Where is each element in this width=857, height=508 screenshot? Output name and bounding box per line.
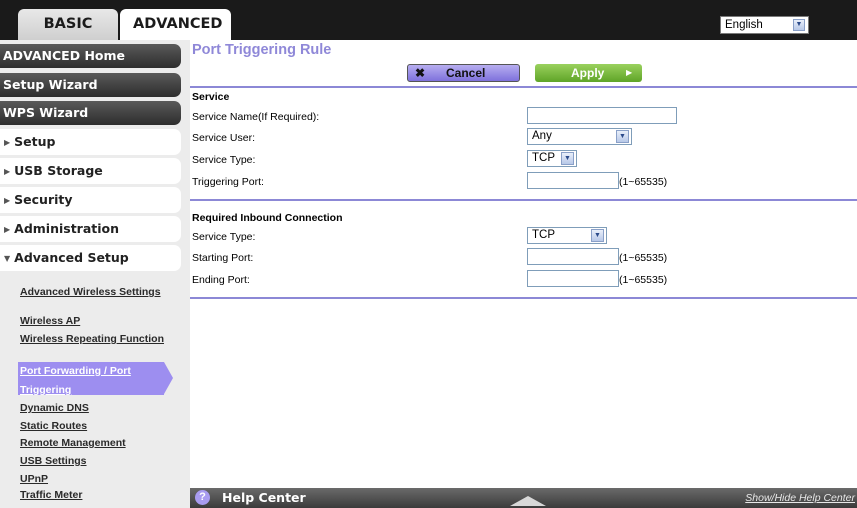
- help-icon[interactable]: ?: [195, 490, 210, 505]
- arrow-right-icon: ▶: [626, 68, 633, 77]
- nav-advanced-home[interactable]: ADVANCED Home: [0, 44, 181, 68]
- triangle-right-icon: ▶: [4, 225, 11, 234]
- subnav-wireless-ap[interactable]: Wireless AP: [20, 316, 170, 327]
- show-hide-help-link[interactable]: Show/Hide Help Center: [745, 488, 855, 508]
- nav-advanced-setup[interactable]: ▼ Advanced Setup: [0, 245, 181, 271]
- nav-wps-wizard[interactable]: WPS Wizard: [0, 101, 181, 125]
- chevron-down-icon[interactable]: ▼: [793, 19, 805, 31]
- service-name-input[interactable]: [527, 107, 677, 124]
- nav-administration-label: Administration: [14, 221, 120, 236]
- subnav-port-forwarding-label: Port Forwarding / Port Triggering: [20, 365, 131, 396]
- expand-arrow-icon[interactable]: [510, 496, 546, 506]
- chevron-down-icon: ▼: [561, 152, 574, 165]
- inbound-heading: Required Inbound Connection: [192, 212, 343, 224]
- triggering-port-label: Triggering Port:: [192, 176, 264, 188]
- subnav-dynamic-dns[interactable]: Dynamic DNS: [20, 403, 170, 414]
- apply-button[interactable]: Apply ▶: [535, 64, 642, 82]
- chevron-down-icon: ▼: [591, 229, 604, 242]
- nav-advanced-setup-label: Advanced Setup: [14, 250, 129, 265]
- help-center-bar: ? Help Center Show/Hide Help Center: [190, 488, 857, 508]
- subnav-traffic-meter[interactable]: Traffic Meter: [20, 490, 170, 501]
- ending-port-label: Ending Port:: [192, 274, 250, 286]
- nav-security-label: Security: [14, 192, 73, 207]
- language-value: English: [725, 19, 763, 31]
- nav-usb-storage[interactable]: ▶ USB Storage: [0, 158, 181, 184]
- triangle-right-icon: ▶: [4, 167, 11, 176]
- service-type-value: TCP: [532, 152, 555, 164]
- page-title: Port Triggering Rule: [192, 42, 332, 58]
- starting-port-input[interactable]: [527, 248, 619, 265]
- service-user-label: Service User:: [192, 132, 256, 144]
- subnav-static-routes[interactable]: Static Routes: [20, 421, 170, 432]
- close-icon: ✖: [415, 66, 426, 80]
- subnav-upnp[interactable]: UPnP: [20, 474, 170, 485]
- service-user-select[interactable]: Any ▼: [527, 128, 632, 145]
- triangle-right-icon: ▶: [4, 196, 11, 205]
- inbound-service-type-label: Service Type:: [192, 231, 256, 243]
- inbound-service-type-value: TCP: [532, 229, 555, 241]
- nav-usb-storage-label: USB Storage: [14, 163, 103, 178]
- subnav-remote-management[interactable]: Remote Management: [20, 438, 170, 449]
- service-type-select[interactable]: TCP ▼: [527, 150, 577, 167]
- divider: [190, 199, 857, 201]
- subnav-port-forwarding-triggering[interactable]: Port Forwarding / Port Triggering: [18, 362, 173, 396]
- top-bar: BASIC ADVANCED English ▼: [0, 0, 857, 40]
- service-heading: Service: [192, 91, 230, 103]
- help-center-title: Help Center: [222, 490, 306, 505]
- cancel-label: Cancel: [446, 66, 486, 80]
- sidebar: ADVANCED Home Setup Wizard WPS Wizard ▶ S…: [0, 40, 190, 508]
- starting-port-label: Starting Port:: [192, 252, 254, 264]
- triggering-port-input[interactable]: [527, 172, 619, 189]
- service-user-value: Any: [532, 130, 552, 142]
- divider: [190, 86, 857, 88]
- divider: [190, 297, 857, 299]
- triangle-down-icon: ▼: [4, 254, 11, 263]
- starting-port-hint: (1~65535): [619, 252, 668, 264]
- subnav-usb-settings[interactable]: USB Settings: [20, 456, 170, 467]
- triangle-right-icon: ▶: [4, 138, 11, 147]
- service-type-label: Service Type:: [192, 154, 256, 166]
- ending-port-input[interactable]: [527, 270, 619, 287]
- tab-basic[interactable]: BASIC: [18, 9, 118, 40]
- subnav-wireless-repeating-function[interactable]: Wireless Repeating Function: [20, 334, 170, 345]
- nav-setup[interactable]: ▶ Setup: [0, 129, 181, 155]
- nav-security[interactable]: ▶ Security: [0, 187, 181, 213]
- nav-administration[interactable]: ▶ Administration: [0, 216, 181, 242]
- triggering-port-hint: (1~65535): [619, 176, 668, 188]
- service-name-label: Service Name(If Required):: [192, 111, 320, 123]
- apply-label: Apply: [571, 66, 605, 80]
- subnav-advanced-wireless-settings[interactable]: Advanced Wireless Settings: [20, 287, 170, 298]
- inbound-service-type-select[interactable]: TCP ▼: [527, 227, 607, 244]
- ending-port-hint: (1~65535): [619, 274, 668, 286]
- language-select[interactable]: English ▼: [720, 16, 809, 34]
- cancel-button[interactable]: ✖ Cancel: [407, 64, 520, 82]
- chevron-down-icon: ▼: [616, 130, 629, 143]
- nav-setup-label: Setup: [14, 134, 56, 149]
- nav-setup-wizard[interactable]: Setup Wizard: [0, 73, 181, 97]
- tab-advanced[interactable]: ADVANCED: [120, 9, 231, 40]
